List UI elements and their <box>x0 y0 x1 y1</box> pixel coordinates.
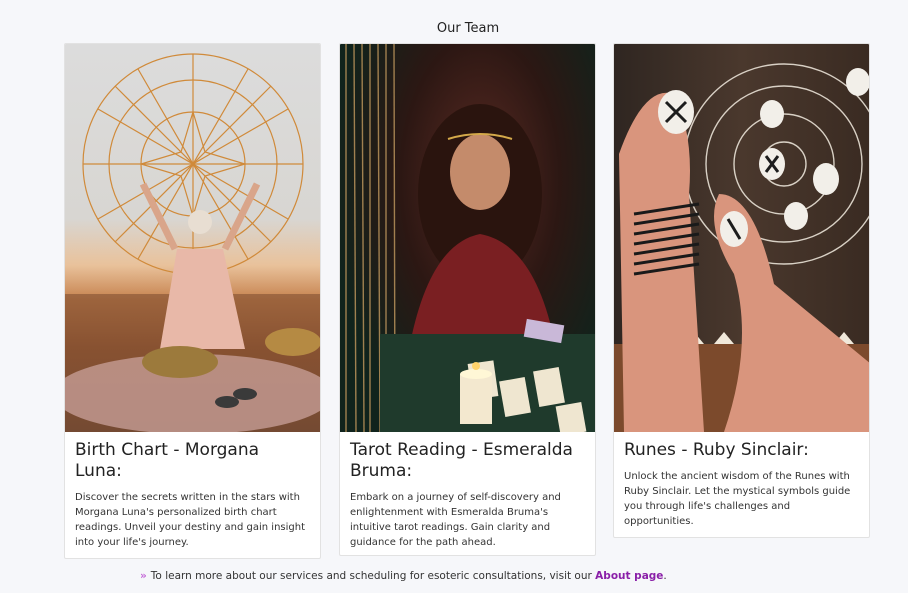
about-page-link[interactable]: About page <box>595 570 663 582</box>
birth-chart-photo <box>65 44 320 432</box>
footer-suffix: . <box>663 570 667 582</box>
double-chevron-icon: » <box>140 570 147 582</box>
section-title: Our Team <box>436 21 500 36</box>
footer-text: To learn more about our services and sch… <box>150 570 596 582</box>
card-description: Embark on a journey of self-discovery an… <box>350 492 561 548</box>
team-card-birth-chart: Birth Chart - Morgana Luna: Discover the… <box>64 43 321 559</box>
card-title: Tarot Reading - Esmeralda Bruma: <box>350 440 573 481</box>
team-card-tarot: Tarot Reading - Esmeralda Bruma: Embark … <box>339 43 596 556</box>
footer-note: » To learn more about our services and sc… <box>140 570 667 582</box>
card-description: Unlock the ancient wisdom of the Runes w… <box>624 471 851 527</box>
team-card-runes: Runes - Ruby Sinclair: Unlock the ancien… <box>613 43 870 538</box>
runes-photo <box>614 44 869 432</box>
tarot-reading-photo <box>340 44 595 432</box>
card-title: Runes - Ruby Sinclair: <box>624 440 809 460</box>
card-description: Discover the secrets written in the star… <box>75 492 305 548</box>
card-title: Birth Chart - Morgana Luna: <box>75 440 260 481</box>
